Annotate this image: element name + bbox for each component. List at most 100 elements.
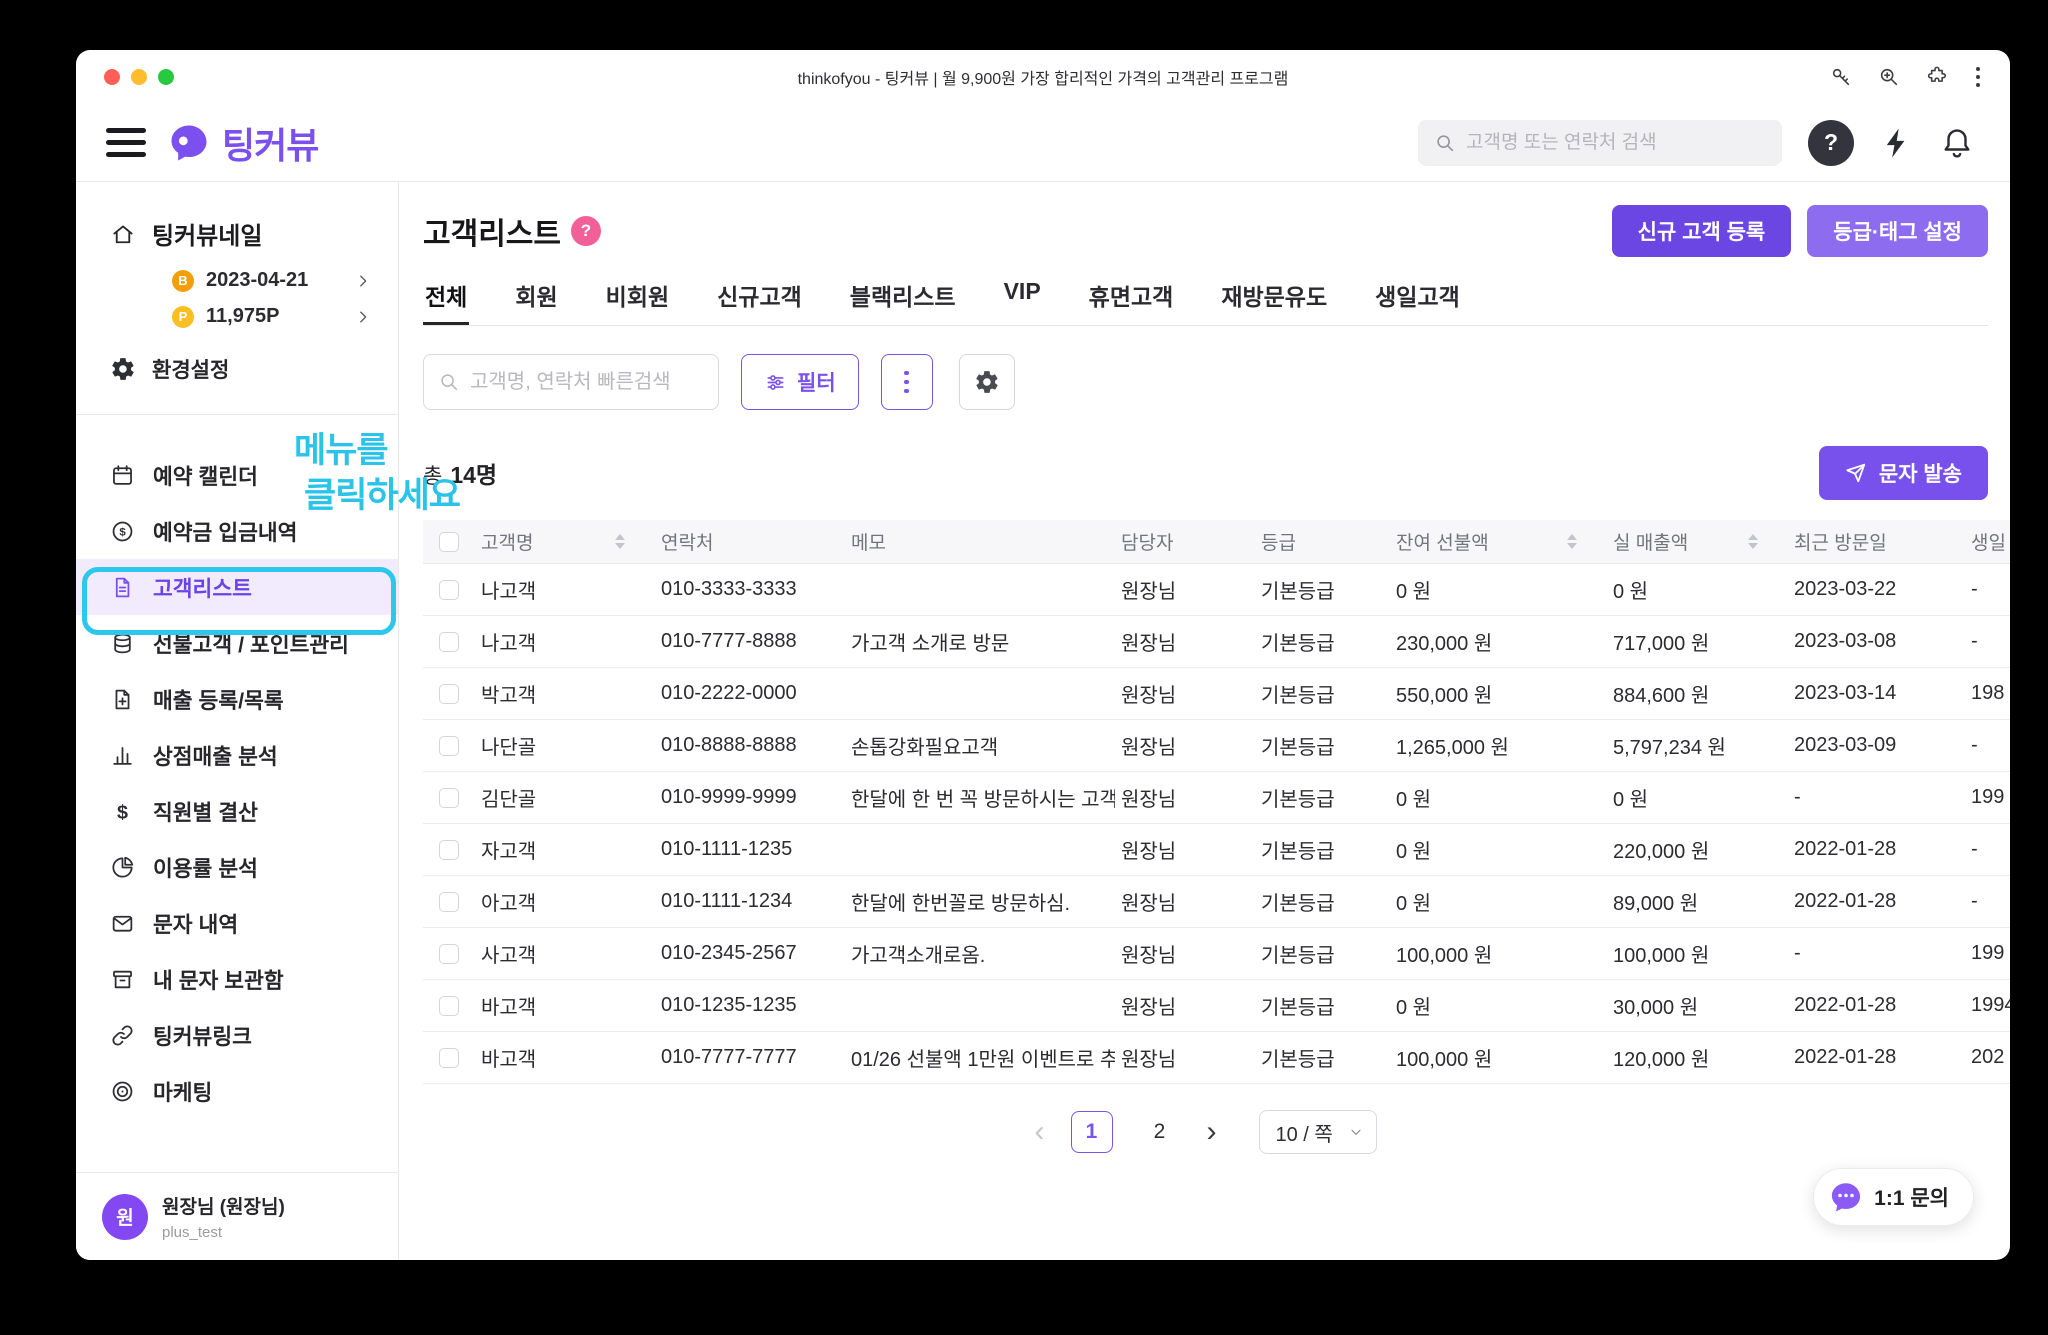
row-checkbox[interactable] [439, 684, 459, 704]
user-section[interactable]: 원 원장님 (원장님) plus_test [76, 1172, 398, 1260]
prev-page-button[interactable]: ‹ [1035, 1117, 1045, 1147]
row-checkbox[interactable] [439, 944, 459, 964]
sidebar-item-settings[interactable]: 환경설정 [110, 354, 398, 384]
sort-icon[interactable] [1567, 534, 1577, 549]
new-customer-button[interactable]: 신규 고객 등록 [1612, 205, 1792, 257]
row-checkbox[interactable] [439, 996, 459, 1016]
browser-window: thinkofyou - 팅커뷰 | 월 9,900원 가장 합리적인 가격의 … [76, 50, 2010, 1260]
row-checkbox[interactable] [439, 788, 459, 808]
cell-prepaid: 0 원 [1390, 876, 1607, 927]
sidebar-item-6[interactable]: 상점매출 분석 [76, 727, 398, 783]
p-coin-icon: P [172, 306, 194, 328]
row-cell-check [423, 564, 475, 615]
tab-2[interactable]: 회원 [513, 278, 559, 325]
sidebar-item-2[interactable]: $예약금 입금내역 [76, 503, 398, 559]
row-checkbox[interactable] [439, 892, 459, 912]
sidebar-item-10[interactable]: 내 문자 보관함 [76, 951, 398, 1007]
sidebar-item-3[interactable]: 고객리스트 [76, 559, 398, 615]
cell-prepaid: 230,000 원 [1390, 616, 1607, 667]
column-header-sales[interactable]: 실 매출액 [1607, 520, 1788, 563]
zoom-icon[interactable] [1878, 66, 1900, 88]
send-sms-label: 문자 발송 [1879, 458, 1962, 488]
page-button-1[interactable]: 1 [1071, 1111, 1113, 1153]
page-button-2[interactable]: 2 [1139, 1111, 1181, 1153]
sidebar-item-12[interactable]: 마케팅 [76, 1063, 398, 1119]
grade-tag-settings-button[interactable]: 등급·태그 설정 [1807, 205, 1988, 257]
sidebar-item-7[interactable]: $직원별 결산 [76, 783, 398, 839]
page-help-icon[interactable]: ? [571, 216, 601, 246]
brand-logo[interactable]: 팅커뷰 [168, 117, 318, 169]
lightning-icon[interactable] [1880, 126, 1914, 160]
filter-button[interactable]: 필터 [741, 354, 859, 410]
tab-7[interactable]: 휴면고객 [1087, 278, 1176, 325]
global-search-input[interactable] [1466, 132, 1766, 154]
table-row-4[interactable]: 나단골010-8888-8888손톱강화필요고객원장님기본등급1,265,000… [423, 720, 2010, 772]
points-row[interactable]: P 11,975P [172, 305, 372, 328]
row-cell-check [423, 928, 475, 979]
table-row-1[interactable]: 나고객010-3333-3333원장님기본등급0 원0 원2023-03-22- [423, 564, 2010, 616]
cell-manager: 원장님 [1115, 876, 1255, 927]
cell-name: 바고객 [475, 1032, 655, 1083]
close-window-button[interactable] [104, 69, 120, 85]
extension-icon[interactable] [1926, 66, 1948, 88]
table-row-8[interactable]: 사고객010-2345-2567가고객소개로옴.원장님기본등급100,000 원… [423, 928, 2010, 980]
column-header-prepaid[interactable]: 잔여 선불액 [1390, 520, 1607, 563]
sort-icon[interactable] [615, 534, 625, 549]
store-row[interactable]: 팅커뷰네일 [76, 182, 398, 251]
global-search[interactable] [1418, 120, 1782, 166]
quick-search[interactable] [423, 354, 719, 410]
row-checkbox[interactable] [439, 580, 459, 600]
table-settings-button[interactable] [959, 354, 1015, 410]
row-checkbox[interactable] [439, 1048, 459, 1068]
date-row[interactable]: B 2023-04-21 [172, 269, 372, 292]
sidebar-item-9[interactable]: 문자 내역 [76, 895, 398, 951]
cell-grade: 기본등급 [1255, 616, 1390, 667]
tab-6[interactable]: VIP [1002, 278, 1043, 325]
table-row-3[interactable]: 박고객010-2222-0000원장님기본등급550,000 원884,600 … [423, 668, 2010, 720]
more-options-button[interactable] [881, 354, 933, 410]
sidebar-item-8[interactable]: 이용률 분석 [76, 839, 398, 895]
table-row-6[interactable]: 자고객010-1111-1235원장님기본등급0 원220,000 원2022-… [423, 824, 2010, 876]
key-icon[interactable] [1830, 66, 1852, 88]
tab-4[interactable]: 신규고객 [715, 278, 804, 325]
tab-8[interactable]: 재방문유도 [1219, 278, 1329, 325]
chevron-right-icon [354, 308, 372, 326]
sidebar-item-label: 고객리스트 [153, 572, 252, 603]
browser-menu-icon[interactable] [1974, 65, 1982, 89]
page-size-select[interactable]: 10 / 쪽 [1259, 1110, 1377, 1154]
inquiry-button[interactable]: 1:1 문의 [1813, 1168, 1974, 1226]
customer-table: 고객명연락처메모담당자등급잔여 선불액실 매출액최근 방문일생일 나고객010-… [423, 520, 2010, 1084]
table-row-10[interactable]: 바고객010-7777-777701/26 선불액 1만원 이벤트로 추가해..… [423, 1032, 2010, 1084]
send-sms-button[interactable]: 문자 발송 [1819, 446, 1988, 500]
row-checkbox[interactable] [439, 840, 459, 860]
tab-1[interactable]: 전체 [423, 278, 469, 325]
table-row-5[interactable]: 김단골010-9999-9999한달에 한 번 꼭 방문하시는 고객원장님기본등… [423, 772, 2010, 824]
help-button[interactable]: ? [1808, 120, 1854, 166]
table-row-9[interactable]: 바고객010-1235-1235원장님기본등급0 원30,000 원2022-0… [423, 980, 2010, 1032]
row-checkbox[interactable] [439, 736, 459, 756]
table-row-2[interactable]: 나고객010-7777-8888가고객 소개로 방문원장님기본등급230,000… [423, 616, 2010, 668]
minimize-window-button[interactable] [131, 69, 147, 85]
select-all-checkbox[interactable] [439, 532, 459, 552]
sidebar-item-5[interactable]: 매출 등록/목록 [76, 671, 398, 727]
sidebar-item-11[interactable]: 팅커뷰링크 [76, 1007, 398, 1063]
sidebar-item-1[interactable]: 예약 캘린더 [76, 447, 398, 503]
column-header-name[interactable]: 고객명 [475, 520, 655, 563]
quick-search-input[interactable] [470, 371, 704, 394]
hamburger-menu-icon[interactable] [106, 128, 146, 157]
sidebar-item-4[interactable]: 선불고객 / 포인트관리 [76, 615, 398, 671]
tab-3[interactable]: 비회원 [604, 278, 671, 325]
row-checkbox[interactable] [439, 632, 459, 652]
next-page-button[interactable]: › [1207, 1117, 1217, 1147]
table-row-7[interactable]: 아고객010-1111-1234한달에 한번꼴로 방문하심.원장님기본등급0 원… [423, 876, 2010, 928]
fullscreen-window-button[interactable] [158, 69, 174, 85]
cell-name: 바고객 [475, 980, 655, 1031]
cell-name: 김단골 [475, 772, 655, 823]
tab-5[interactable]: 블랙리스트 [848, 278, 958, 325]
tab-9[interactable]: 생일고객 [1373, 278, 1462, 325]
cell-manager: 원장님 [1115, 824, 1255, 875]
notification-bell-icon[interactable] [1940, 126, 1974, 160]
cell-birth: 1994 [1965, 980, 2010, 1031]
cell-birth: - [1965, 564, 2010, 615]
sort-icon[interactable] [1748, 534, 1758, 549]
